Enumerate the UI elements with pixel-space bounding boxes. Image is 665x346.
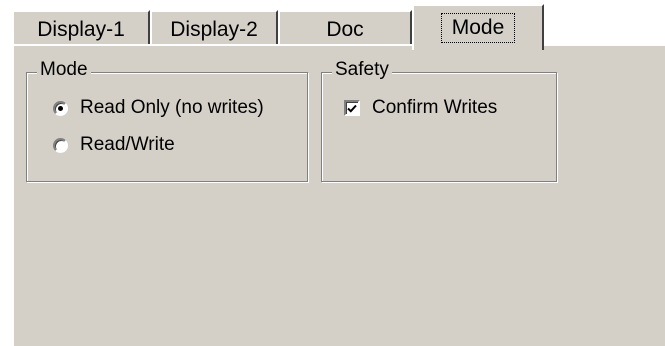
tab-display-2[interactable]: Display-2: [150, 10, 278, 48]
mode-groupbox: Mode Read Only (no writes) Read/Write: [26, 59, 308, 182]
tab-mode[interactable]: Mode: [412, 4, 544, 50]
radio-selected-icon[interactable]: [53, 100, 68, 116]
mode-properties-dialog: Display-1 Display-2 Doc Mode Mode Read O…: [0, 0, 665, 346]
tab-display-1-label: Display-1: [37, 18, 125, 41]
safety-groupbox: Safety Confirm Writes: [321, 59, 557, 182]
tab-strip: Display-1 Display-2 Doc Mode: [12, 4, 665, 50]
read-write-label: Read/Write: [80, 134, 175, 155]
checkbox-checked-icon[interactable]: [344, 100, 360, 116]
tab-display-1[interactable]: Display-1: [12, 10, 150, 48]
mode-group-title: Mode: [37, 59, 91, 81]
read-only-radio-option[interactable]: Read Only (no writes): [53, 97, 264, 119]
tab-doc[interactable]: Doc: [278, 10, 412, 48]
read-write-radio-option[interactable]: Read/Write: [53, 134, 175, 156]
read-only-label: Read Only (no writes): [80, 97, 264, 118]
tab-mode-label: Mode: [440, 13, 516, 43]
safety-group-title: Safety: [332, 59, 392, 81]
tab-display-2-label: Display-2: [170, 18, 258, 41]
radio-unselected-icon[interactable]: [53, 137, 68, 153]
tab-page-mode: Mode Read Only (no writes) Read/Write Sa…: [12, 44, 665, 346]
confirm-writes-label: Confirm Writes: [372, 97, 498, 118]
confirm-writes-checkbox-option[interactable]: Confirm Writes: [344, 97, 497, 119]
tab-doc-label: Doc: [326, 18, 364, 41]
checkmark-icon: [347, 104, 357, 113]
